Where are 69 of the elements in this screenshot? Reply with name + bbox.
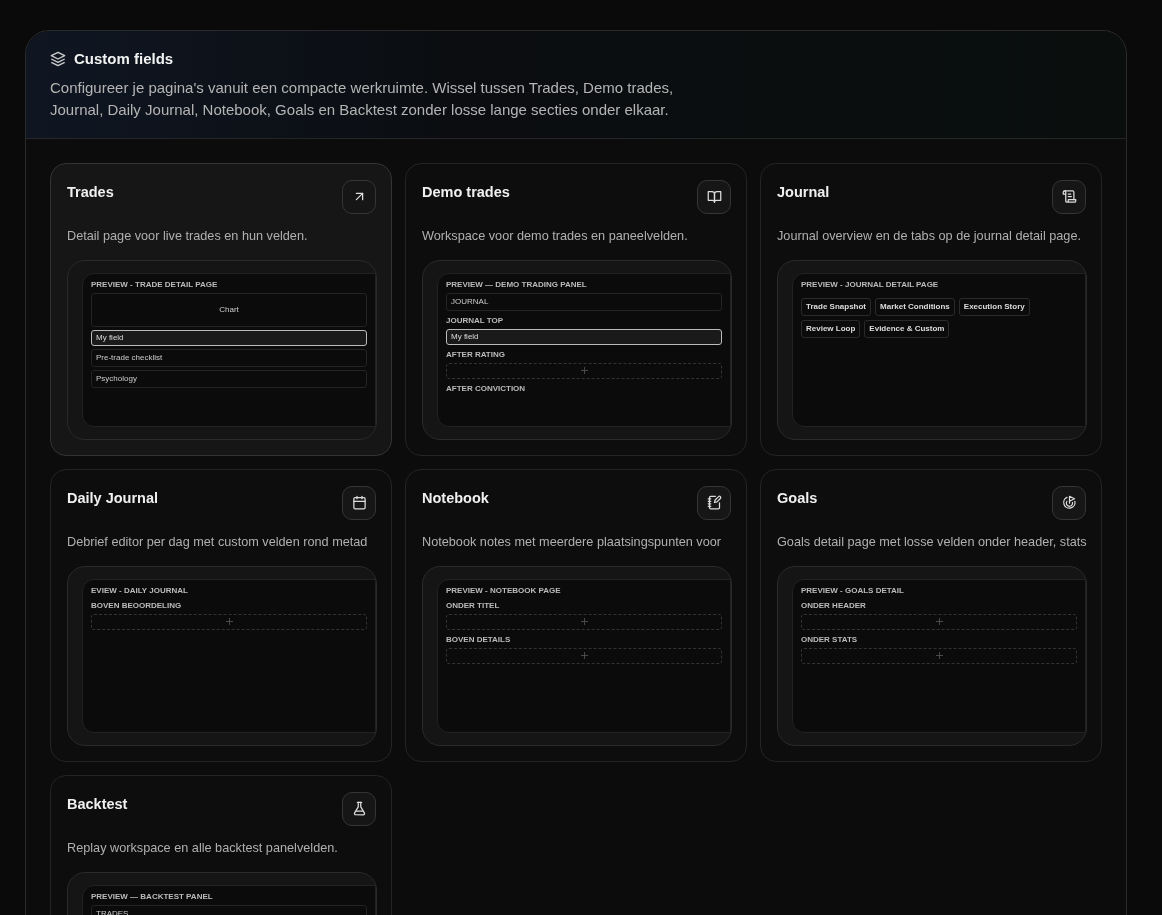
card-title: Demo trades: [422, 182, 510, 202]
page-card[interactable]: Backtest Replay workspace en alle backtest panelvelden. PREVIEW — BACKTEST PANEL TRADES: [50, 774, 392, 915]
section-row: JOURNAL: [446, 292, 722, 311]
plus-icon: [935, 618, 943, 625]
preview-title: PREVIEW - NOTEBOOK PAGE: [446, 585, 562, 596]
section-description: Configureer je pagina's vanuit een compacte werkruimte. Wissel tussen Trades, Demo trades, Journal, Daily Journal, Notebook, Goals en Backtest zonder losse lange secties onder elkaar.: [50, 77, 675, 120]
card-description: Debrief editor per dag met custom velden rond metad: [67, 533, 369, 551]
icon-button[interactable]: [1052, 485, 1086, 520]
card-description: Workspace voor demo trades en paneelvelden.: [422, 227, 689, 245]
section-label: AFTER RATING: [446, 349, 506, 360]
section-label: JOURNAL TOP: [446, 315, 505, 326]
notebook-pen-icon: [706, 495, 722, 510]
field-row: My field: [446, 328, 722, 345]
preview-tab: Evidence & Custom: [864, 319, 950, 338]
page-card[interactable]: Trades Detail page voor live trades en hun velden. PREVIEW - TRADE DETAIL PAGE Chart My field Pre-trade checklist Psychology: [50, 162, 392, 456]
page-card[interactable]: Demo trades Workspace voor demo trades en paneelvelden. PREVIEW — DEMO TRADING PANEL JOURNAL JOURNAL TOP My field AFTER RATING AFTER CONVICTION: [405, 162, 747, 456]
card-description: Journal overview en de tabs op de journal detail page.: [777, 227, 1082, 245]
icon-button[interactable]: [342, 791, 376, 826]
icon-button[interactable]: [1052, 179, 1086, 214]
layers-icon: [50, 51, 66, 68]
section-label: ONDER STATS: [801, 634, 859, 645]
card-description: Notebook notes met meerdere plaatsingspunten voor: [422, 533, 723, 551]
plus-icon: [580, 652, 588, 659]
section-label: ONDER HEADER: [801, 600, 867, 611]
preview-tab: Market Conditions: [875, 297, 955, 316]
section-label: AFTER CONVICTION: [446, 383, 527, 394]
section-label: BOVEN DETAILS: [446, 634, 512, 645]
preview-tab: Trade Snapshot: [801, 297, 871, 316]
card-title: Notebook: [422, 488, 489, 508]
page-card[interactable]: Goals Goals detail page met losse velden onder header, stats PREVIEW - GOALS DETAIL ONDER HEADER ONDER STATS: [760, 468, 1102, 762]
page-card[interactable]: Journal Journal overview en de tabs op de journal detail page. PREVIEW - JOURNAL DETAIL PAGE Trade Snapshot Market Conditions Execution Story Review Loop Evidence & Custom: [760, 162, 1102, 456]
section-label: BOVEN BEOORDELING: [91, 600, 183, 611]
icon-button[interactable]: [697, 179, 731, 214]
preview-title: PREVIEW — BACKTEST PANEL: [91, 891, 214, 902]
icon-button[interactable]: [342, 485, 376, 520]
page-card[interactable]: Notebook Notebook notes met meerdere plaatsingspunten voor PREVIEW - NOTEBOOK PAGE ONDER TITEL BOVEN DETAILS: [405, 468, 747, 762]
section-title: Custom fields: [74, 49, 174, 69]
card-description: Detail page voor live trades en hun velden.: [67, 227, 309, 245]
card-title: Journal: [777, 182, 830, 202]
icon-button[interactable]: [697, 485, 731, 520]
section-row: Psychology: [91, 369, 367, 388]
card-title: Trades: [67, 182, 114, 202]
target-icon: [1061, 495, 1077, 510]
section-label: ONDER TITEL: [446, 600, 501, 611]
open-book-icon: [706, 189, 722, 204]
preview-title: PREVIEW - JOURNAL DETAIL PAGE: [801, 279, 940, 290]
preview-title: PREVIEW - GOALS DETAIL: [801, 585, 905, 596]
card-description: Replay workspace en alle backtest panelvelden.: [67, 839, 339, 857]
card-description: Goals detail page met losse velden onder header, stats: [777, 533, 1088, 551]
plus-icon: [935, 652, 943, 659]
preview-title: PREVIEW - TRADE DETAIL PAGE: [91, 279, 219, 290]
preview-tab: Review Loop: [801, 319, 861, 338]
card-title: Daily Journal: [67, 488, 159, 508]
preview-title: EVIEW - DAILY JOURNAL: [91, 585, 189, 596]
section-row: Pre-trade checklist: [91, 348, 367, 367]
flask-icon: [351, 801, 367, 816]
scroll-icon: [1061, 189, 1077, 204]
plus-icon: [225, 618, 233, 625]
preview-title: PREVIEW — DEMO TRADING PANEL: [446, 279, 588, 290]
field-row: My field: [91, 329, 367, 346]
section-row: TRADES: [91, 904, 367, 915]
card-title: Backtest: [67, 794, 128, 814]
preview-tab: Execution Story: [958, 297, 1030, 316]
page-card[interactable]: Daily Journal Debrief editor per dag met custom velden rond metad EVIEW - DAILY JOURNAL BOVEN BEOORDELING: [50, 468, 392, 762]
plus-icon: [580, 367, 588, 374]
chart-area: Chart: [91, 292, 367, 327]
card-title: Goals: [777, 488, 818, 508]
plus-icon: [580, 618, 588, 625]
calendar-icon: [351, 495, 367, 510]
